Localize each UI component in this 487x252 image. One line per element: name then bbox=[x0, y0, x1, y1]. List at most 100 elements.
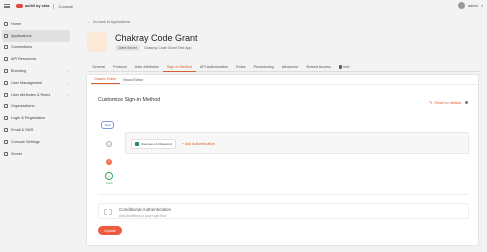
chevron-down-icon: ▾ bbox=[481, 3, 483, 8]
server-icon bbox=[4, 151, 8, 156]
page-title: Chakray Code Grant bbox=[115, 32, 198, 43]
org-icon bbox=[4, 104, 8, 109]
sidebar-item-console-settings[interactable]: Console Settings bbox=[0, 136, 72, 148]
tab-shared-access[interactable]: Shared Access bbox=[302, 62, 335, 72]
app-tabs: General Protocol User Attributes Sign-In Me… bbox=[88, 62, 480, 72]
app-description: Chakray Code Grant Test App bbox=[143, 46, 192, 50]
add-step-button[interactable]: + bbox=[106, 159, 112, 165]
sidebar-item-connections[interactable]: Connections bbox=[0, 42, 72, 54]
back-link[interactable]: ← Go back to Applications bbox=[87, 18, 480, 26]
sidebar-item-label: Branding bbox=[11, 69, 27, 74]
email-icon bbox=[4, 128, 8, 133]
user-menu[interactable]: admin ▾ bbox=[457, 2, 483, 9]
basic-auth-icon bbox=[135, 142, 139, 146]
script-icon bbox=[104, 209, 112, 215]
chevron-right-icon: › bbox=[67, 80, 68, 85]
sidebar-item-label: Login & Registration bbox=[11, 116, 46, 121]
sign-in-panel: Classic Editor Visual Editor Customize Si… bbox=[86, 74, 479, 246]
tab-label: Provisioning bbox=[253, 65, 274, 69]
sidebar-item-label: Connections bbox=[11, 45, 33, 50]
update-button[interactable]: Update bbox=[98, 226, 122, 235]
api-icon bbox=[4, 57, 8, 62]
sidebar-item-label: API Resources bbox=[11, 57, 37, 62]
step-number: 1 bbox=[106, 141, 112, 147]
authenticator-chip[interactable]: Username & Password bbox=[131, 139, 176, 149]
branding-icon bbox=[4, 69, 8, 74]
sidebar-item-user-attributes-roles[interactable]: User Attributes & Roles › bbox=[0, 89, 72, 101]
sidebar-item-label: Email & SMS bbox=[11, 128, 34, 133]
tab-roles[interactable]: Roles bbox=[232, 62, 249, 72]
conditional-auth-desc: Add conditions to your login flow bbox=[119, 213, 167, 218]
sidebar-item-label: User Attributes & Roles bbox=[11, 92, 51, 97]
user-name: admin bbox=[467, 3, 479, 8]
done-label: Done bbox=[106, 181, 113, 185]
divider bbox=[98, 194, 469, 195]
authenticator-label: Username & Password bbox=[141, 142, 172, 146]
top-bar: auth0 by okta Console admin ▾ bbox=[0, 0, 487, 12]
arrow-left-icon: ← bbox=[87, 20, 91, 24]
sidebar-item-applications[interactable]: Applications bbox=[2, 29, 70, 42]
connections-icon bbox=[4, 45, 8, 50]
tab-label: Advanced bbox=[281, 65, 299, 69]
sidebar: Home Applications Connections API Resources… bbox=[0, 18, 72, 160]
info-icon bbox=[338, 65, 342, 69]
tab-protocol[interactable]: Protocol bbox=[109, 62, 131, 72]
tab-classic-editor[interactable]: Classic Editor bbox=[91, 75, 120, 84]
sidebar-item-server[interactable]: Server bbox=[0, 148, 72, 160]
chevron-right-icon: › bbox=[67, 92, 68, 97]
sidebar-item-api-resources[interactable]: API Resources bbox=[0, 53, 72, 65]
sidebar-item-branding[interactable]: Branding › bbox=[0, 65, 72, 77]
conditional-auth-title: Conditional Authentication bbox=[119, 207, 172, 212]
sidebar-item-user-management[interactable]: User Management › bbox=[0, 77, 72, 89]
tab-provisioning[interactable]: Provisioning bbox=[250, 62, 278, 72]
tab-label: API Authorization bbox=[199, 65, 229, 69]
app-header: Chakray Code Grant Client Secret Chakray… bbox=[87, 32, 480, 52]
sidebar-item-label: Applications bbox=[11, 33, 32, 38]
conditional-auth-section[interactable]: Conditional Authentication Add condition… bbox=[98, 203, 469, 219]
tab-label: Sign-In Method bbox=[166, 64, 192, 69]
app-icon bbox=[87, 32, 107, 52]
main-content: ← Go back to Applications Chakray Code G… bbox=[82, 18, 480, 72]
done-node-icon: ✓ bbox=[105, 172, 113, 180]
product-name: Console bbox=[58, 3, 74, 9]
users-icon bbox=[4, 80, 8, 85]
sidebar-item-label: User Management bbox=[11, 80, 43, 85]
tab-label: General bbox=[92, 65, 106, 69]
sidebar-item-label: Organizations bbox=[11, 104, 35, 109]
tab-label: Protocol bbox=[113, 65, 127, 69]
apps-icon bbox=[4, 33, 8, 38]
sidebar-item-login-registration[interactable]: Login & Registration bbox=[0, 112, 72, 124]
brand-name: auth0 by okta bbox=[25, 4, 50, 8]
tab-label: Roles bbox=[236, 65, 246, 69]
tab-visual-editor[interactable]: Visual Editor bbox=[120, 75, 147, 84]
sidebar-item-label: Console Settings bbox=[11, 139, 40, 144]
attributes-icon bbox=[4, 92, 8, 97]
tab-advanced[interactable]: Advanced bbox=[278, 62, 302, 72]
brand-mark-icon bbox=[16, 4, 23, 8]
sidebar-item-home[interactable]: Home bbox=[0, 18, 72, 30]
logo: auth0 by okta Console bbox=[16, 3, 74, 9]
hamburger-menu-icon[interactable] bbox=[4, 4, 10, 8]
login-icon bbox=[4, 116, 8, 121]
step-container bbox=[125, 132, 469, 154]
tab-sign-in-method[interactable]: Sign-In Method bbox=[162, 62, 196, 72]
sidebar-item-label: Server bbox=[11, 151, 23, 156]
help-icon[interactable] bbox=[465, 101, 468, 104]
tab-general[interactable]: General bbox=[88, 62, 109, 72]
add-authentication-button[interactable]: + Add Authentication bbox=[182, 142, 215, 146]
sidebar-item-organizations[interactable]: Organizations bbox=[0, 101, 72, 113]
tab-api-authorization[interactable]: API Authorization bbox=[196, 62, 232, 72]
edit-icon: ✎ bbox=[429, 101, 433, 105]
tab-label: Shared Access bbox=[306, 65, 331, 69]
reset-to-default-button[interactable]: ✎ Reset to default bbox=[429, 100, 468, 105]
section-title: Customize Sign-in Method bbox=[98, 97, 161, 103]
reset-label: Reset to default bbox=[434, 100, 461, 105]
tab-label: Info bbox=[343, 65, 350, 69]
tab-user-attributes[interactable]: User Attributes bbox=[131, 62, 163, 72]
tab-info[interactable]: Info bbox=[335, 62, 354, 72]
tab-label: User Attributes bbox=[134, 65, 159, 69]
home-icon bbox=[4, 21, 8, 26]
sidebar-item-email-sms[interactable]: Email & SMS bbox=[0, 124, 72, 136]
avatar[interactable] bbox=[457, 2, 465, 9]
back-label: Go back to Applications bbox=[92, 20, 131, 24]
